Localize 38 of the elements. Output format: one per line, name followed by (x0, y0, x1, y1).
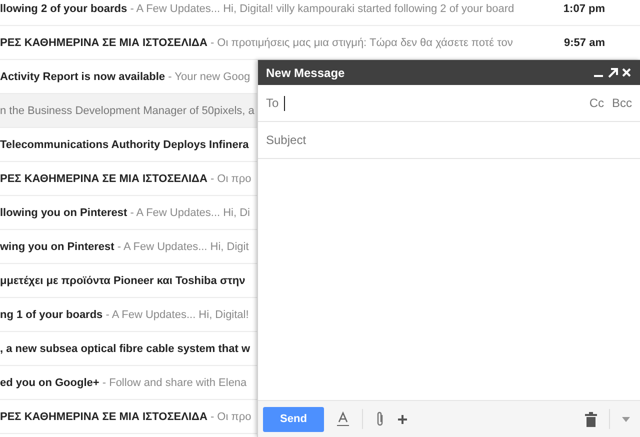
formatting-icon[interactable] (336, 411, 350, 427)
snippet-text: - Οι προτιμήσεις μας μια στιγμή: Τώρα δεν θα χάσετε ποτέ τον (210, 36, 513, 48)
cc-link[interactable]: Cc (589, 96, 604, 110)
text-cursor (284, 96, 285, 110)
message-row[interactable]: n the Business Development Manager of 50pixels, a (0, 94, 257, 128)
snippet-text: - A Few Updates... Hi, Di (130, 206, 250, 218)
subject-text: ng 1 of your boards (0, 308, 103, 320)
subject-text: Telecommunications Authority Deploys Infinera (0, 138, 249, 150)
subject-text: ed you on Google+ (0, 376, 100, 388)
dropdown-caret-icon[interactable] (622, 416, 630, 422)
time-text: 1:07 pm (563, 2, 605, 14)
popout-icon[interactable] (607, 67, 618, 78)
subject-text: ΡΕΣ ΚΑΘΗΜΕΡΙΝΑ ΣΕ ΜΙΑ ΙΣΤΟΣΕΛΙΔΑ (0, 410, 208, 422)
to-field[interactable]: To Cc Bcc (258, 85, 640, 122)
subject-text: ΡΕΣ ΚΑΘΗΜΕΡΙΝΑ ΣΕ ΜΙΑ ΙΣΤΟΣΕΛΙΔΑ (0, 36, 208, 48)
subject-text: , a new subsea optical fibre cable system that w (0, 342, 250, 354)
time-text: 9:57 am (564, 36, 605, 48)
snippet-text: - Your new Goog (168, 70, 250, 82)
trash-icon[interactable] (585, 412, 597, 426)
subject-text: ΡΕΣ ΚΑΘΗΜΕΡΙΝΑ ΣΕ ΜΙΑ ΙΣΤΟΣΕΛΙΔΑ (0, 172, 208, 184)
plus-icon[interactable] (397, 414, 408, 424)
snippet-text: - Follow and share with Elena (102, 376, 247, 388)
subject-text: llowing you on Pinterest (0, 206, 128, 218)
snippet-text: - A Few Updates... Hi, Digital! villy kampouraki started following 2 of your board (130, 2, 514, 14)
subject-text: wing you on Pinterest (0, 240, 114, 252)
snippet-text: - Οι προ (210, 410, 252, 422)
window-title: New Message (266, 66, 345, 80)
subject-text: Activity Report is now available (0, 70, 166, 82)
paperclip-icon[interactable] (375, 411, 385, 427)
snippet-text: - Οι προ (210, 172, 252, 184)
to-label: To (266, 96, 279, 110)
close-icon[interactable] (621, 67, 632, 78)
snippet-text: - A Few Updates... Hi, Digital! (106, 308, 249, 320)
subject-text: μμετέχει με προϊόντα Pioneer και Toshiba στην (0, 274, 246, 286)
subject-text: llowing 2 of your boards (0, 2, 128, 14)
snippet-text: - A Few Updates... Hi, Digit (117, 240, 249, 252)
bcc-link[interactable]: Bcc (612, 96, 632, 110)
snippet-text: n the Business Development Manager of 50pixels, a (0, 104, 254, 116)
